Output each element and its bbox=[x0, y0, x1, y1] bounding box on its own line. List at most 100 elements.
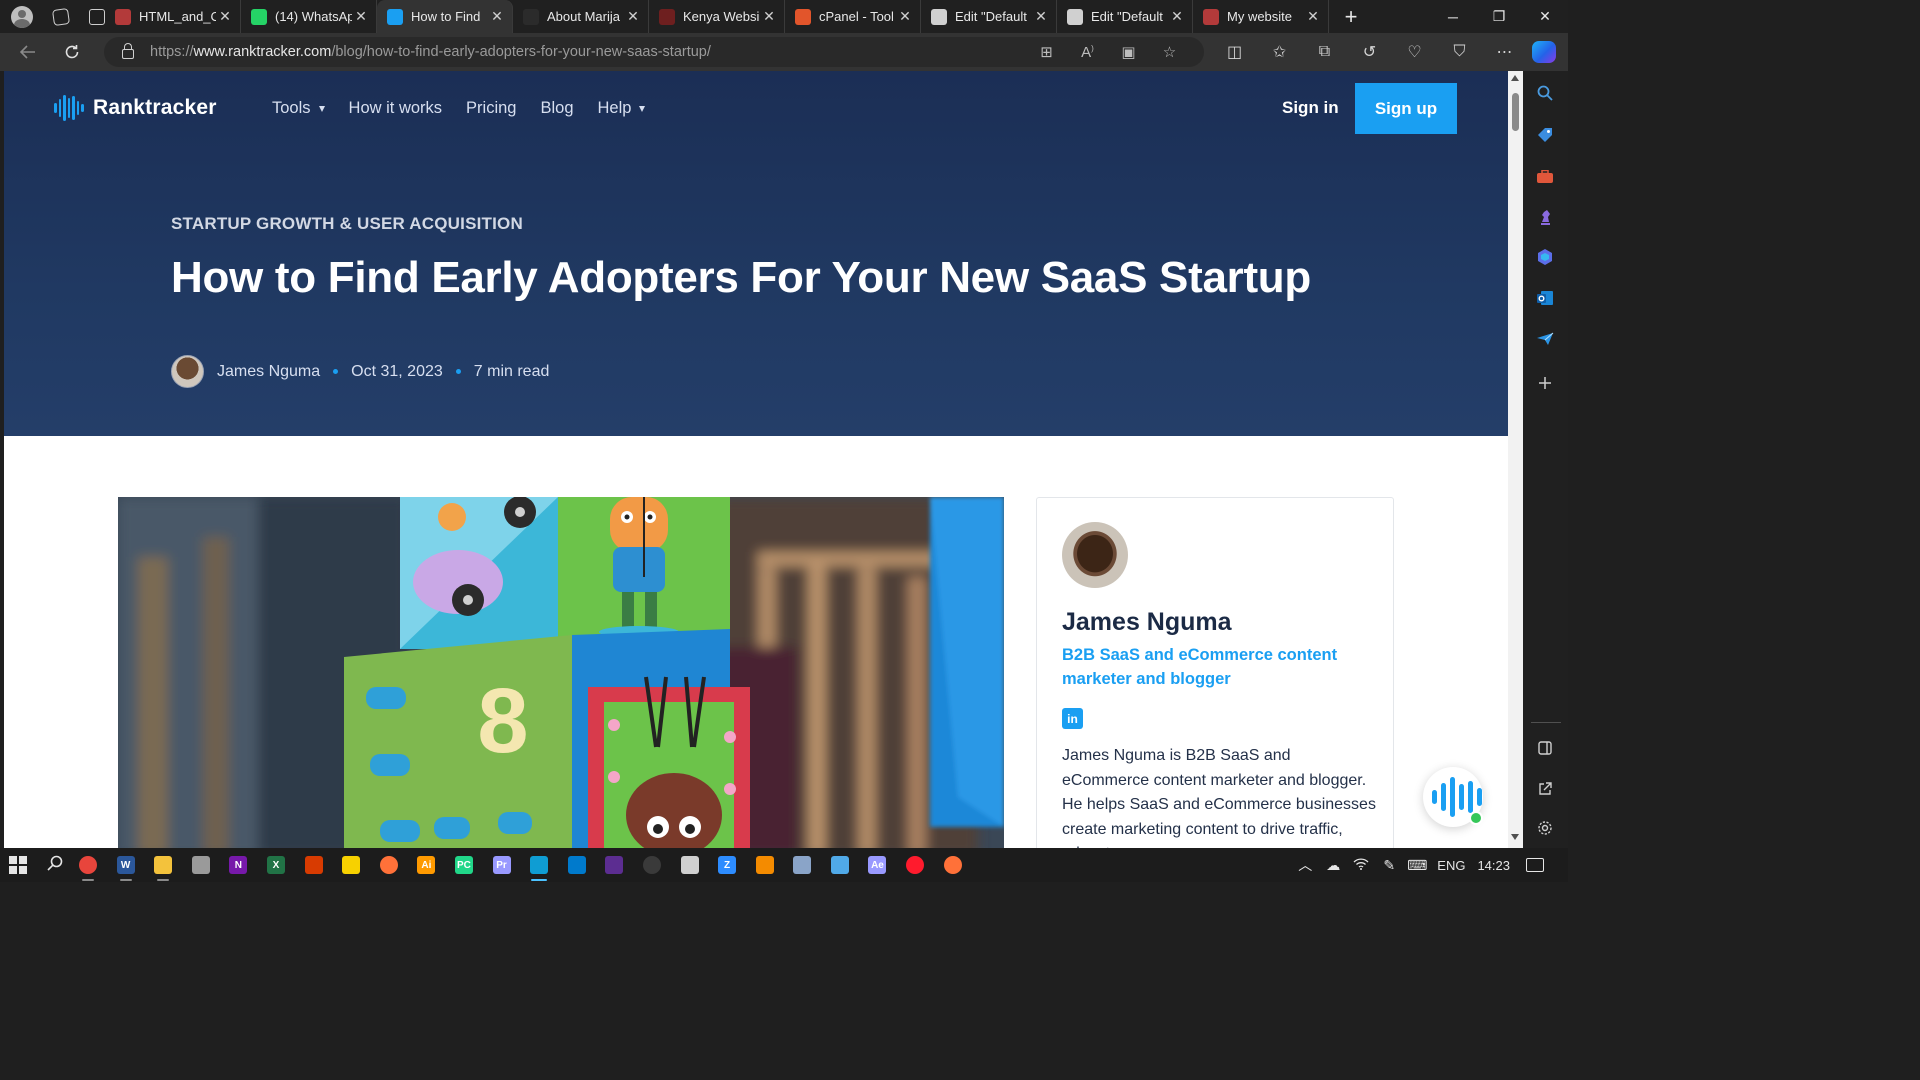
immersive-reader-icon[interactable]: ▣ bbox=[1108, 43, 1149, 61]
browser-tab-active[interactable]: How to Find ✕ bbox=[377, 0, 513, 33]
page-scrollbar[interactable] bbox=[1508, 71, 1523, 848]
taskbar-app-vscode-icon[interactable] bbox=[567, 856, 586, 874]
taskbar-app-visual-studio-icon[interactable] bbox=[605, 856, 624, 874]
browser-essentials-icon[interactable]: ⛉ bbox=[1437, 43, 1482, 61]
taskbar-app-zoom-icon[interactable]: Z bbox=[718, 856, 737, 874]
sign-up-button[interactable]: Sign up bbox=[1355, 83, 1457, 134]
close-window-button[interactable]: ✕ bbox=[1522, 0, 1568, 33]
article-category[interactable]: STARTUP GROWTH & USER ACQUISITION bbox=[171, 214, 523, 234]
history-icon[interactable]: ↺ bbox=[1347, 42, 1392, 62]
browser-tab[interactable]: cPanel - Tool ✕ bbox=[785, 0, 921, 33]
browser-tab[interactable]: HTML_and_C ✕ bbox=[105, 0, 241, 33]
taskbar-app-illustrator-icon[interactable]: Ai bbox=[417, 856, 436, 874]
taskbar-app-network-printer-icon[interactable] bbox=[793, 856, 812, 874]
pen-menu-icon[interactable]: ✎ bbox=[1375, 857, 1403, 874]
games-chess-icon[interactable] bbox=[1535, 207, 1555, 227]
apps-icon[interactable]: ⊞ bbox=[1026, 43, 1067, 61]
tab-close-icon[interactable]: ✕ bbox=[896, 8, 914, 25]
onedrive-cloud-icon[interactable]: ☁ bbox=[1319, 857, 1347, 874]
tab-actions-icon[interactable] bbox=[89, 8, 105, 25]
nav-item-pricing[interactable]: Pricing bbox=[466, 99, 516, 118]
tab-close-icon[interactable]: ✕ bbox=[1304, 8, 1322, 25]
copilot-icon[interactable] bbox=[1532, 41, 1556, 63]
author-card-name[interactable]: James Nguma bbox=[1062, 608, 1232, 637]
nav-item-how-it-works[interactable]: How it works bbox=[349, 99, 443, 118]
taskbar-app-file-explorer-icon[interactable] bbox=[154, 856, 173, 881]
reload-button[interactable] bbox=[54, 37, 90, 67]
workspaces-icon[interactable] bbox=[51, 7, 71, 26]
favorites-icon[interactable]: ✩ bbox=[1257, 42, 1302, 62]
taskbar-app-firefox-dev-icon[interactable] bbox=[943, 856, 962, 874]
nav-item-tools[interactable]: Tools bbox=[272, 99, 325, 118]
taskbar-app-office-icon[interactable] bbox=[304, 856, 323, 874]
scroll-up-arrow-icon[interactable] bbox=[1511, 75, 1519, 81]
copilot-sidebar-icon[interactable] bbox=[1535, 247, 1555, 267]
taskbar-app-windows-window-icon[interactable] bbox=[680, 856, 699, 874]
taskbar-app-usb-device-icon[interactable] bbox=[191, 856, 210, 874]
tab-close-icon[interactable]: ✕ bbox=[1032, 8, 1050, 25]
more-menu-icon[interactable]: ⋯ bbox=[1482, 42, 1527, 62]
browser-tab[interactable]: My website ✕ bbox=[1193, 0, 1329, 33]
taskbar-app-chrome-icon[interactable] bbox=[79, 856, 97, 881]
browser-tab[interactable]: (14) WhatsAp ✕ bbox=[241, 0, 377, 33]
lock-icon[interactable] bbox=[122, 43, 134, 59]
read-aloud-icon[interactable]: A) bbox=[1067, 44, 1108, 61]
touch-keyboard-icon[interactable]: ⌨ bbox=[1403, 857, 1431, 874]
notifications-icon[interactable] bbox=[1526, 858, 1544, 872]
taskbar-app-premiere-icon[interactable]: Pr bbox=[492, 856, 511, 874]
open-external-icon[interactable] bbox=[1535, 779, 1555, 799]
split-screen-icon[interactable]: ◫ bbox=[1212, 42, 1257, 62]
chat-widget-button[interactable] bbox=[1423, 767, 1483, 827]
favorite-star-icon[interactable]: ☆ bbox=[1149, 43, 1190, 61]
minimize-button[interactable]: ─ bbox=[1430, 0, 1476, 33]
new-tab-button[interactable]: + bbox=[1339, 4, 1363, 30]
taskbar-app-excel-icon[interactable]: X bbox=[266, 856, 285, 874]
tab-close-icon[interactable]: ✕ bbox=[488, 8, 506, 25]
clock-time[interactable]: 14:23 bbox=[1477, 858, 1510, 873]
send-drop-icon[interactable] bbox=[1535, 329, 1555, 349]
address-bar[interactable]: https://www.ranktracker.com/blog/how-to-… bbox=[104, 37, 1204, 67]
taskbar-app-word-icon[interactable]: W bbox=[116, 856, 135, 881]
start-windows-icon[interactable] bbox=[9, 856, 27, 874]
sidebar-settings-gear-icon[interactable] bbox=[1535, 818, 1555, 838]
tab-close-icon[interactable]: ✕ bbox=[1168, 8, 1186, 25]
outlook-icon[interactable] bbox=[1535, 288, 1555, 308]
wifi-icon[interactable] bbox=[1347, 857, 1375, 873]
tab-close-icon[interactable]: ✕ bbox=[624, 8, 642, 25]
taskbar-app-firefox-icon[interactable] bbox=[379, 856, 398, 874]
author-name[interactable]: James Nguma bbox=[217, 363, 320, 381]
hide-sidebar-icon[interactable] bbox=[1535, 738, 1555, 758]
taskbar-app-edge-icon[interactable] bbox=[530, 856, 549, 881]
tab-close-icon[interactable]: ✕ bbox=[216, 8, 234, 25]
author-card-avatar[interactable] bbox=[1062, 522, 1128, 588]
taskbar-search-icon[interactable] bbox=[47, 855, 65, 876]
taskbar-app-onenote-icon[interactable]: N bbox=[229, 856, 248, 874]
tab-close-icon[interactable]: ✕ bbox=[352, 8, 370, 25]
input-language[interactable]: ENG bbox=[1437, 858, 1465, 873]
sidebar-search-icon[interactable] bbox=[1535, 83, 1555, 103]
performance-icon[interactable]: ♡ bbox=[1392, 42, 1437, 62]
sign-in-link[interactable]: Sign in bbox=[1282, 98, 1339, 118]
add-sidebar-app-icon[interactable] bbox=[1535, 373, 1555, 393]
taskbar-app-obs-icon[interactable] bbox=[642, 856, 661, 874]
taskbar-app-opera-icon[interactable] bbox=[906, 856, 925, 874]
tab-close-icon[interactable]: ✕ bbox=[760, 8, 778, 25]
linkedin-icon[interactable]: in bbox=[1062, 708, 1083, 729]
scroll-down-arrow-icon[interactable] bbox=[1511, 834, 1519, 840]
nav-item-help[interactable]: Help bbox=[598, 99, 646, 118]
author-avatar[interactable] bbox=[171, 355, 204, 388]
tools-briefcase-icon[interactable] bbox=[1535, 167, 1555, 187]
tray-overflow-chevron-icon[interactable]: ︿ bbox=[1291, 855, 1319, 875]
restore-button[interactable]: ❐ bbox=[1476, 0, 1522, 33]
shopping-tag-icon[interactable] bbox=[1535, 125, 1555, 145]
collections-icon[interactable]: ⧉ bbox=[1302, 43, 1347, 61]
profile-avatar-icon[interactable] bbox=[11, 5, 33, 28]
taskbar-app-vlc-icon[interactable] bbox=[755, 856, 774, 874]
taskbar-app-windows-store-icon[interactable] bbox=[830, 856, 849, 874]
browser-tab[interactable]: Edit "Default ✕ bbox=[921, 0, 1057, 33]
nav-item-blog[interactable]: Blog bbox=[540, 99, 573, 118]
back-button[interactable] bbox=[10, 37, 46, 67]
scroll-thumb[interactable] bbox=[1512, 93, 1519, 131]
taskbar-app-sticky-notes-icon[interactable] bbox=[342, 856, 361, 874]
browser-tab[interactable]: Kenya Websi ✕ bbox=[649, 0, 785, 33]
